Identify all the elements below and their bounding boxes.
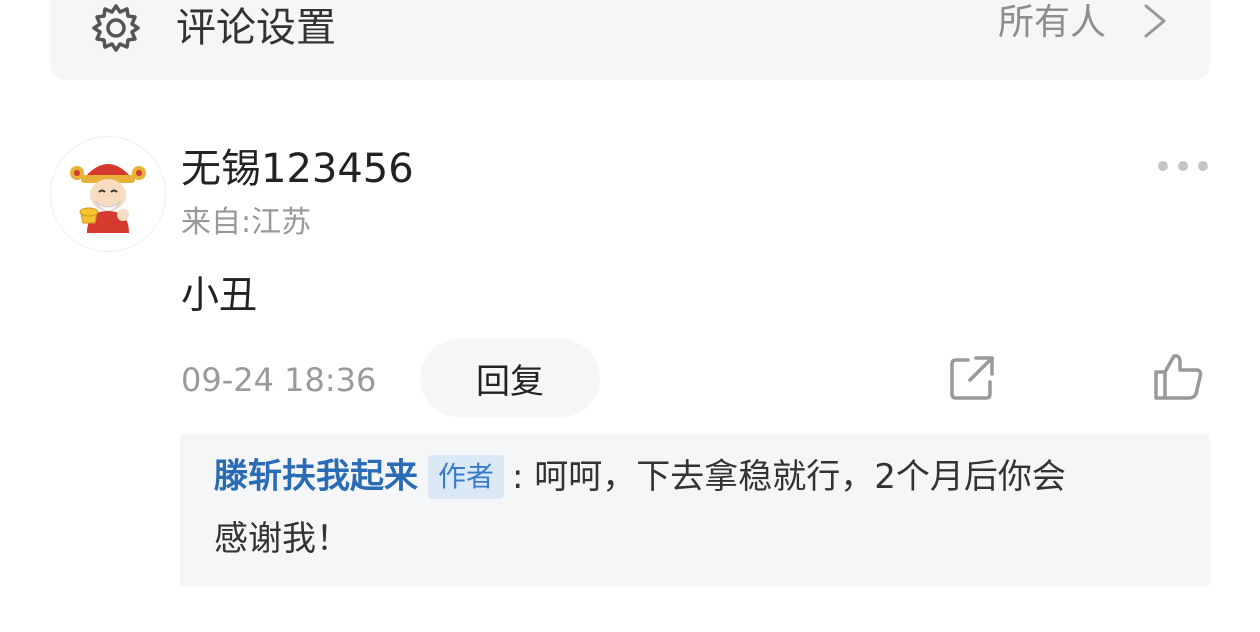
author-badge: 作者 (428, 454, 505, 499)
avatar[interactable] (50, 136, 166, 252)
comment-timestamp: 09-24 18:36 (181, 361, 377, 399)
settings-value[interactable]: 所有人 (998, 0, 1106, 46)
reply-author[interactable]: 滕斩扶我起来 (214, 457, 418, 497)
comment-username[interactable]: 无锡123456 (181, 142, 414, 196)
comment-text: 小丑 (181, 273, 258, 317)
comment-origin: 来自:江苏 (181, 205, 312, 240)
reply-text-line-2: 感谢我！ (214, 519, 350, 559)
reply-line-1: 滕斩扶我起来 作者: 呵呵，下去拿稳就行，2个月后你会 (214, 449, 1066, 504)
more-dots-icon[interactable] (1156, 156, 1210, 176)
share-icon[interactable] (948, 354, 996, 402)
thumbs-up-icon[interactable] (1152, 352, 1204, 402)
god-of-wealth-avatar-icon (70, 164, 146, 233)
reply-text-line-1: : 呵呵，下去拿稳就行，2个月后你会 (512, 456, 1066, 497)
gear-icon (92, 4, 140, 52)
settings-label: 评论设置 (176, 5, 336, 51)
reply-button[interactable]: 回复 (420, 339, 600, 417)
chevron-right-icon[interactable] (1140, 2, 1170, 40)
